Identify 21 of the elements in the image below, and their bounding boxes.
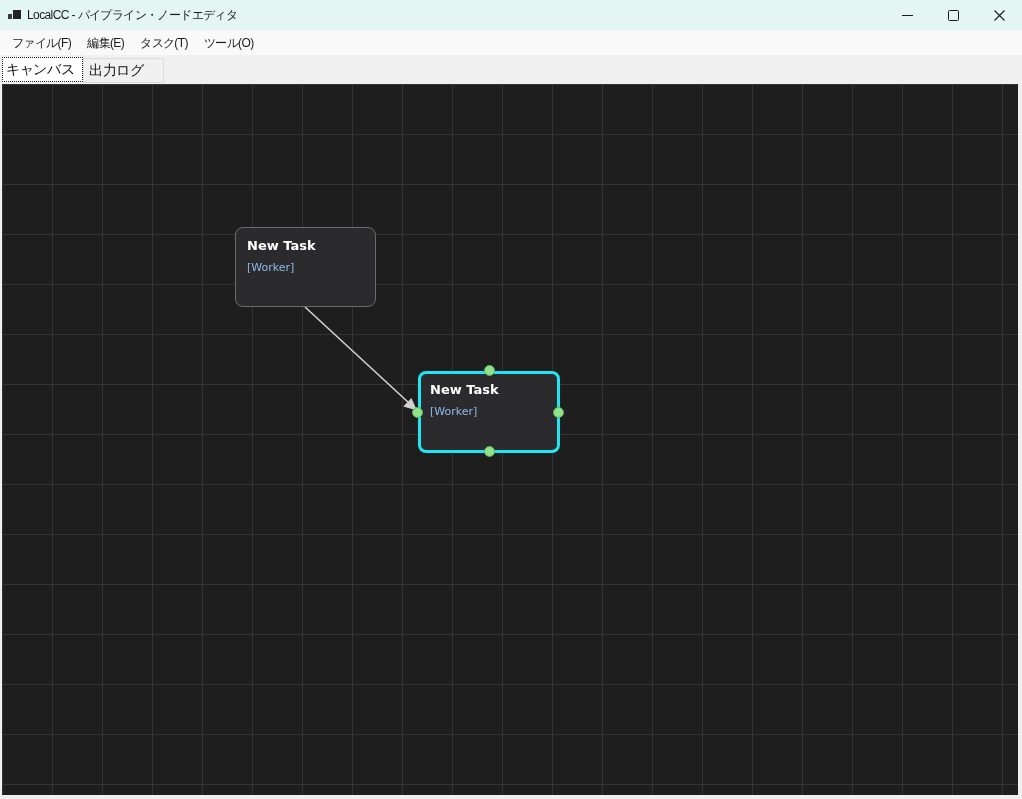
connection-port-icon[interactable] — [412, 406, 423, 418]
connection-port-icon[interactable] — [553, 406, 564, 418]
node-canvas[interactable]: New Task [Worker] New Task [Worker] — [2, 84, 1018, 795]
menu-item[interactable]: ツール(O) — [197, 31, 260, 54]
menu-item[interactable]: ファイル(F) — [6, 31, 78, 54]
node-title: New Task — [247, 238, 317, 254]
node-role: [Worker] — [247, 261, 296, 275]
window-title: LocalCC - パイプライン・ノードエディタ — [27, 7, 238, 24]
menu-item[interactable]: タスク(T) — [134, 31, 194, 54]
node-role: [Worker] — [430, 405, 479, 419]
maximize-icon — [947, 9, 959, 21]
tab[interactable]: 出力ログ — [83, 58, 164, 83]
task-node[interactable]: New Task [Worker] — [418, 371, 560, 453]
close-icon — [993, 9, 1005, 21]
tab[interactable]: キャンバス — [2, 57, 83, 82]
task-node[interactable]: New Task [Worker] — [235, 227, 376, 307]
connection-port-icon[interactable] — [483, 365, 495, 376]
connection-port-icon[interactable] — [483, 446, 495, 457]
menu-item[interactable]: 編集(E) — [81, 31, 131, 54]
node-title: New Task — [430, 382, 500, 398]
app-icon — [8, 10, 21, 20]
